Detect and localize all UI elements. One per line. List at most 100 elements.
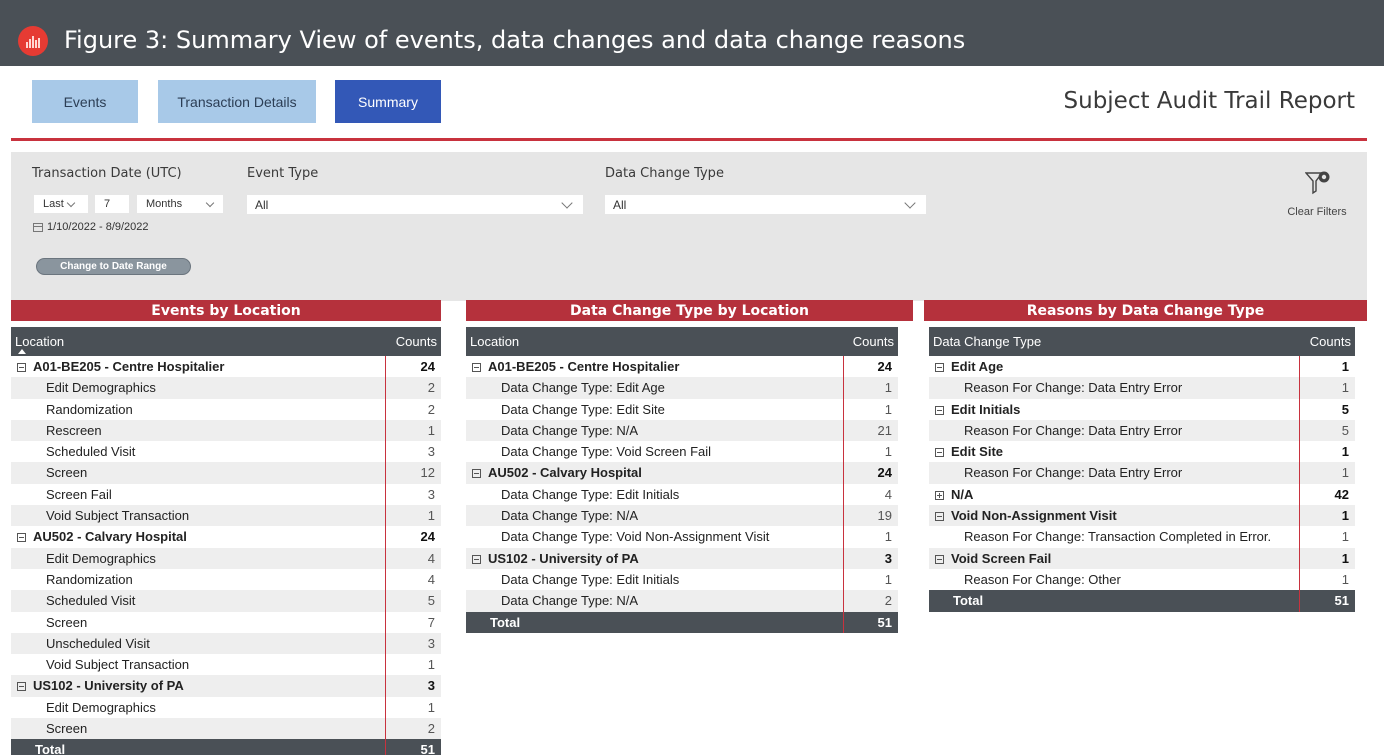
table-row-group[interactable]: US102 - University of PA 3 — [466, 547, 898, 569]
table-row: Rescreen 1 — [11, 419, 441, 442]
report-title: Subject Audit Trail Report — [1063, 88, 1355, 114]
tab-summary[interactable]: Summary — [335, 80, 441, 123]
table-row: Edit Demographics 1 — [46, 699, 435, 715]
column-header-location[interactable]: Location — [470, 334, 519, 349]
table-row: Void Subject Transaction 1 — [11, 505, 441, 527]
column-header-counts[interactable]: Counts — [1310, 334, 1351, 349]
clear-filters-button[interactable]: Clear Filters — [1281, 170, 1353, 222]
column-header-location[interactable]: Location — [15, 334, 64, 349]
column-header-data-change-type[interactable]: Data Change Type — [933, 334, 1041, 349]
table-row: Data Change Type: Edit Initials 4 — [501, 486, 892, 502]
panel-title: Reasons by Data Change Type — [924, 300, 1367, 321]
period-unit-value: Months — [146, 198, 183, 210]
table-row: Screen 7 — [46, 614, 435, 630]
table-total-row: Total 51 — [929, 590, 1355, 612]
column-divider — [843, 356, 844, 633]
column-header-counts[interactable]: Counts — [853, 334, 894, 349]
table-row: Reason For Change: Other 1 — [964, 571, 1349, 587]
table-row: Randomization 2 — [46, 401, 435, 417]
table-header: Location Counts — [466, 327, 898, 356]
collapse-icon[interactable] — [17, 363, 26, 372]
table-row: Data Change Type: Edit Site 1 — [501, 401, 892, 417]
date-range-display: 1/10/2022 - 8/9/2022 — [33, 221, 149, 233]
relative-period-select[interactable]: Last — [34, 195, 88, 213]
bar-chart-icon — [18, 26, 48, 56]
figure-title: Figure 3: Summary View of events, data c… — [64, 26, 966, 54]
table-row-group[interactable]: Edit Initials 5 — [929, 399, 1355, 420]
header-divider — [11, 138, 1367, 141]
table-row: Scheduled Visit 5 — [11, 590, 441, 612]
period-count-value: 7 — [104, 198, 111, 210]
collapse-icon[interactable] — [935, 363, 944, 372]
table-row-group[interactable]: AU502 - Calvary Hospital 24 — [11, 526, 441, 547]
chevron-down-icon — [904, 197, 916, 209]
table-row-group[interactable]: Edit Site 1 — [929, 441, 1355, 462]
calendar-icon — [33, 222, 43, 232]
collapse-icon[interactable] — [472, 469, 481, 479]
column-divider — [385, 356, 386, 755]
panel-title: Data Change Type by Location — [466, 300, 913, 321]
table-row: Reason For Change: Data Entry Error 5 — [929, 419, 1355, 442]
collapse-icon[interactable] — [935, 554, 944, 564]
table-row-group[interactable]: AU502 - Calvary Hospital 24 — [466, 462, 898, 484]
tab-events[interactable]: Events — [32, 80, 138, 123]
table-row-group[interactable]: A01-BE205 - Centre Hospitalier 24 — [466, 356, 898, 377]
chevron-down-icon — [561, 197, 573, 209]
table-row: Reason For Change: Data Entry Error 1 — [929, 377, 1355, 399]
table-row-group[interactable]: US102 - University of PA 3 — [11, 675, 441, 697]
collapse-icon[interactable] — [935, 512, 944, 522]
table-row: Edit Demographics 4 — [11, 547, 441, 569]
table-row: Void Subject Transaction 1 — [46, 657, 435, 673]
chevron-down-icon — [205, 198, 215, 208]
table-row: Edit Demographics 2 — [11, 377, 441, 399]
sort-ascending-icon — [18, 349, 26, 354]
transaction-date-label: Transaction Date (UTC) — [32, 166, 182, 181]
expand-icon[interactable] — [935, 490, 944, 500]
table-row: Screen 12 — [11, 462, 441, 484]
collapse-icon[interactable] — [472, 363, 481, 372]
table-row-group[interactable]: A01-BE205 - Centre Hospitalier 24 — [11, 356, 441, 377]
event-type-dropdown[interactable]: All — [247, 195, 583, 214]
table-row: Data Change Type: Edit Initials 1 — [501, 571, 892, 587]
table-header: Data Change Type Counts — [929, 327, 1355, 356]
table-row: Screen 2 — [11, 718, 441, 740]
collapse-icon[interactable] — [17, 682, 26, 692]
table-row-group[interactable]: Void Non-Assignment Visit 1 — [929, 505, 1355, 527]
column-divider — [1299, 356, 1300, 612]
table-row: Randomization 4 — [46, 571, 435, 587]
figure-title-bar: Figure 3: Summary View of events, data c… — [0, 0, 1384, 66]
table-row: Scheduled Visit 3 — [46, 444, 435, 460]
report-canvas: Events Transaction Details Summary Subje… — [11, 66, 1367, 755]
table-row-group[interactable]: N/A 42 — [929, 484, 1355, 505]
event-type-value: All — [255, 198, 269, 212]
period-count-input[interactable]: 7 — [95, 195, 129, 213]
table-row: Data Change Type: N/A 19 — [466, 505, 898, 527]
page-root: Figure 3: Summary View of events, data c… — [0, 0, 1384, 755]
table-row-group[interactable]: Void Screen Fail 1 — [929, 547, 1355, 569]
reasons-table: Data Change Type Counts Edit Age 1 Reason… — [929, 327, 1355, 612]
events-by-location-table: Location Counts A01-BE205 - Centre Hospi… — [11, 327, 441, 755]
table-row: Unscheduled Visit 3 — [11, 632, 441, 655]
table-total-row: Total 51 — [11, 739, 441, 755]
date-range-value: 1/10/2022 - 8/9/2022 — [47, 221, 149, 233]
table-row: Reason For Change: Transaction Completed… — [964, 529, 1349, 545]
table-row-group[interactable]: Edit Age 1 — [929, 356, 1355, 377]
collapse-icon[interactable] — [472, 554, 481, 564]
table-row: Screen Fail 3 — [46, 486, 435, 502]
collapse-icon[interactable] — [935, 448, 944, 458]
table-header: Location Counts — [11, 327, 441, 356]
data-change-type-table: Location Counts A01-BE205 - Centre Hospi… — [466, 327, 898, 633]
chevron-down-icon — [66, 198, 76, 208]
table-row: Data Change Type: N/A 21 — [466, 419, 898, 442]
collapse-icon[interactable] — [17, 533, 26, 543]
clear-filter-icon — [1305, 171, 1330, 195]
relative-period-value: Last — [43, 198, 64, 210]
table-row: Data Change Type: Void Non-Assignment Vi… — [501, 529, 892, 545]
column-header-counts[interactable]: Counts — [396, 334, 437, 349]
change-to-date-range-button[interactable]: Change to Date Range — [36, 258, 191, 275]
data-change-type-dropdown[interactable]: All — [605, 195, 926, 214]
collapse-icon[interactable] — [935, 405, 944, 415]
period-unit-select[interactable]: Months — [137, 195, 223, 213]
tab-transaction-details[interactable]: Transaction Details — [158, 80, 316, 123]
data-change-type-label: Data Change Type — [605, 166, 724, 181]
